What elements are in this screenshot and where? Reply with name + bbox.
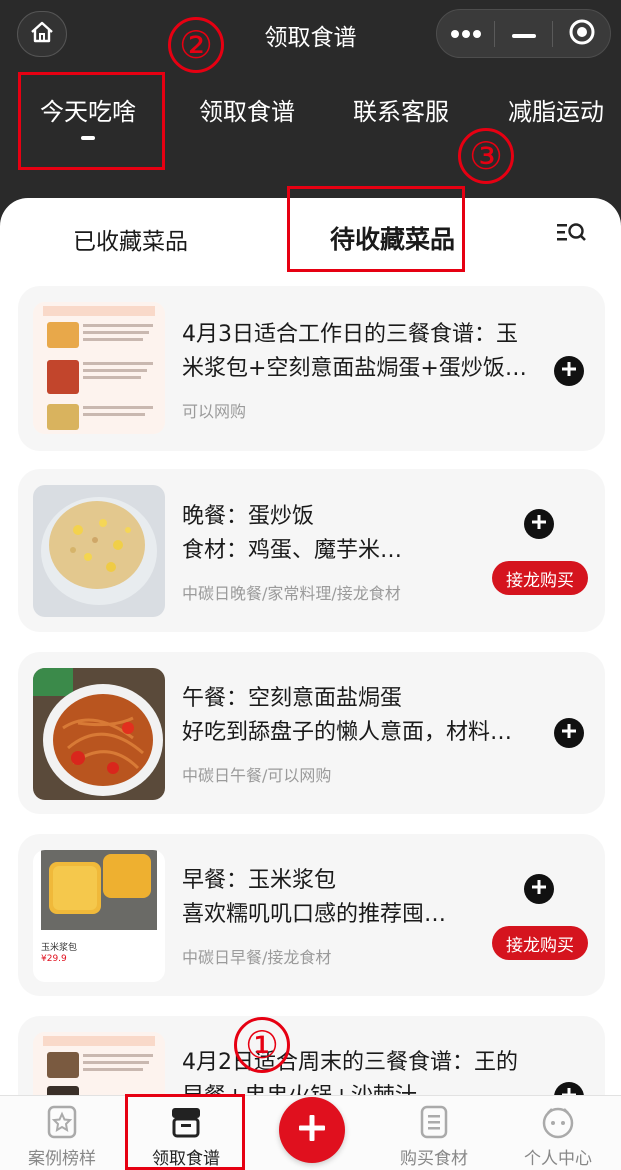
- list-item[interactable]: 4月3日适合工作日的三餐食谱：玉 米浆包+空刻意面盐焗蛋+蛋炒饭… 可以网购: [18, 286, 605, 451]
- plus-icon: [561, 361, 577, 381]
- minimize-icon: [511, 24, 536, 43]
- dish-description: 喜欢糯叽叽口感的推荐囤…: [182, 902, 447, 927]
- close-button[interactable]: [553, 10, 610, 57]
- minimize-button[interactable]: [495, 10, 552, 57]
- filter-search-button[interactable]: [554, 220, 590, 250]
- nav-buy-ingredients[interactable]: 购买食材: [379, 1096, 489, 1170]
- add-plus-icon: [297, 1113, 327, 1147]
- fried-rice-thumbnail: [33, 485, 165, 617]
- plus-icon: [531, 879, 547, 899]
- list-document-icon: [416, 1104, 452, 1140]
- list-item[interactable]: 午餐：空刻意面盐焗蛋 好吃到舔盘子的懒人意面，材料… 中碳日午餐/可以网购: [18, 652, 605, 814]
- center-add-button[interactable]: [279, 1097, 345, 1163]
- nav-label: 案例榜样: [28, 1149, 96, 1169]
- pasta-thumbnail: [33, 668, 165, 800]
- list-item[interactable]: 晚餐：蛋炒饭 食材：鸡蛋、魔芋米… 中碳日晚餐/家常料理/接龙食材 接龙购买: [18, 469, 605, 632]
- mini-program-capsule: [436, 9, 611, 58]
- dish-tags: 中碳日午餐/可以网购: [182, 766, 332, 785]
- thumb-product-name: 玉米浆包: [41, 943, 78, 953]
- dish-title: 4月3日适合工作日的三餐食谱：玉: [182, 322, 518, 347]
- add-button[interactable]: [524, 509, 554, 539]
- add-button[interactable]: [554, 718, 584, 748]
- dish-description: 米浆包+空刻意面盐焗蛋+蛋炒饭…: [182, 356, 527, 381]
- nav-personal-center[interactable]: 个人中心: [503, 1096, 613, 1170]
- plus-icon: [531, 514, 547, 534]
- add-button[interactable]: [524, 874, 554, 904]
- target-close-icon: [568, 18, 596, 50]
- group-buy-button[interactable]: 接龙购买: [492, 561, 588, 595]
- search-filter-icon: [557, 221, 587, 249]
- annotation-box-pending-tab: [287, 186, 465, 272]
- dish-title: 午餐：空刻意面盐焗蛋: [182, 686, 403, 711]
- tab-collected-dishes[interactable]: 已收藏菜品: [73, 222, 188, 256]
- group-buy-button[interactable]: 接龙购买: [492, 926, 588, 960]
- add-button[interactable]: [554, 356, 584, 386]
- dish-description: 好吃到舔盘子的懒人意面，材料…: [182, 720, 513, 745]
- annotation-number-two: ②: [168, 17, 224, 73]
- plus-icon: [561, 723, 577, 743]
- nav-label: 个人中心: [524, 1149, 592, 1169]
- dish-title: 晚餐：蛋炒饭: [182, 504, 315, 529]
- thumb-product-price: ¥29.9: [41, 954, 67, 964]
- profile-face-icon: [540, 1104, 576, 1140]
- annotation-number-three: ③: [458, 128, 514, 184]
- menu-sheet-thumbnail: [33, 302, 165, 434]
- tab-fat-loss-exercise[interactable]: 减脂运动: [508, 92, 604, 127]
- nav-case-examples[interactable]: 案例榜样: [7, 1096, 117, 1170]
- dish-description: 食材：鸡蛋、魔芋米…: [182, 538, 403, 563]
- nav-label: 购买食材: [400, 1149, 468, 1169]
- tab-customer-service[interactable]: 联系客服: [353, 92, 449, 127]
- more-dots-icon: [450, 24, 482, 43]
- dish-title: 早餐：玉米浆包: [182, 868, 337, 893]
- annotation-number-one: ①: [234, 1017, 290, 1073]
- tab-get-recipe[interactable]: 领取食谱: [199, 92, 295, 127]
- star-badge-icon: [44, 1104, 80, 1140]
- annotation-box-recipe-nav: [125, 1094, 245, 1170]
- more-button[interactable]: [437, 10, 494, 57]
- list-item[interactable]: 玉米浆包 ¥29.9 早餐：玉米浆包 喜欢糯叽叽口感的推荐囤… 中碳日早餐/接龙…: [18, 834, 605, 996]
- annotation-box-today-tab: [18, 72, 165, 170]
- dish-tags: 可以网购: [182, 402, 247, 421]
- corn-bun-thumbnail: 玉米浆包 ¥29.9: [33, 850, 165, 982]
